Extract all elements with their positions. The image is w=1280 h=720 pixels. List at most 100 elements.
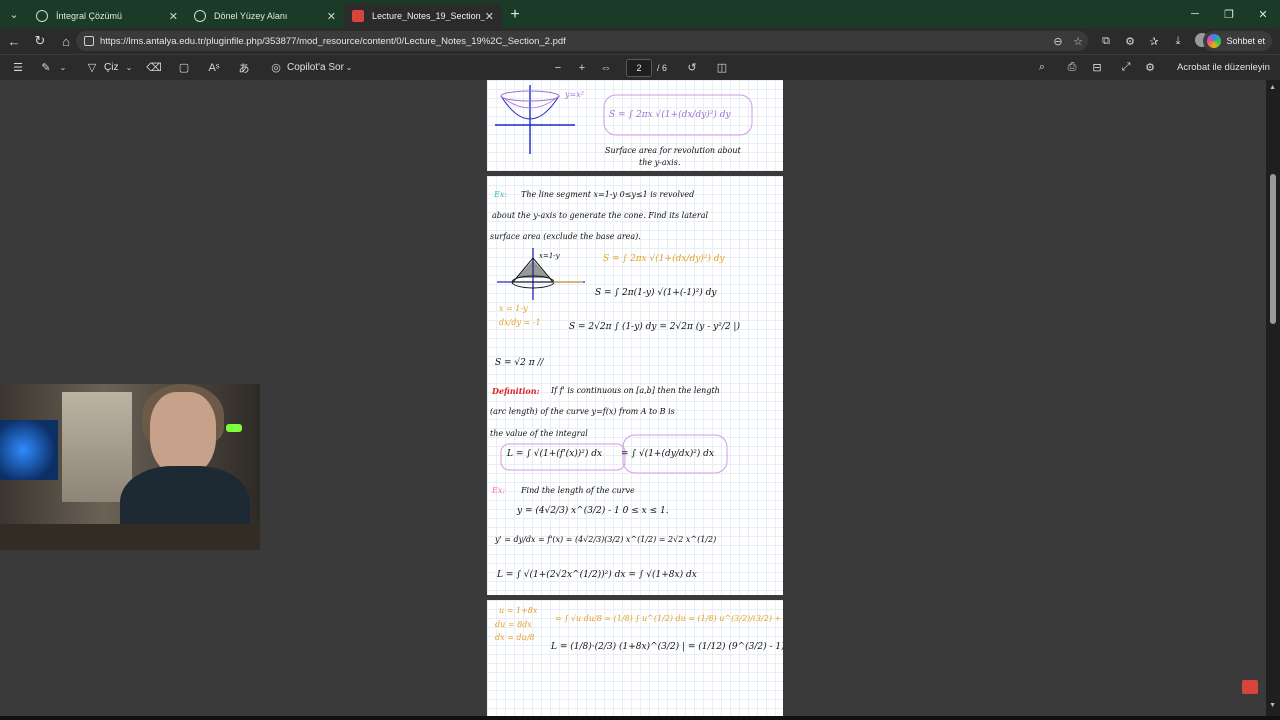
translate-icon[interactable]: あ [236, 55, 252, 81]
tab-integral[interactable]: İntegral Çözümü ✕ [28, 4, 186, 28]
tab-actions-chevron-icon[interactable]: ⌄ [0, 0, 28, 28]
arc-length-formula-2: = ∫ √(1+(dy/dx)²) dx [621, 449, 715, 459]
scroll-down-icon[interactable]: ▼ [1269, 702, 1276, 709]
tab-strip: ⌄ İntegral Çözümü ✕ Dönel Yüzey Alanı ✕ … [0, 0, 1280, 28]
settings-extension-icon[interactable]: ⚙ [1118, 35, 1142, 48]
minimize-icon[interactable]: ─ [1178, 0, 1212, 28]
substitution-2: du = 8dx [495, 620, 532, 629]
s-general-formula: S = ∫ 2πx √(1+(dx/dy)²) dy [603, 254, 725, 264]
problem-line-2: about the y-axis to generate the cone. F… [492, 211, 709, 220]
window-controls: ─ ❐ ✕ [1178, 0, 1280, 28]
s-step-2: S = 2√2π ∫ (1-y) dy = 2√2π (y - y²/2 |) [569, 322, 740, 332]
chevron-down-icon[interactable]: ⌄ [124, 55, 134, 81]
acrobat-icon[interactable] [1242, 680, 1258, 694]
close-icon[interactable]: ✕ [327, 10, 336, 23]
search-icon[interactable]: ⌕ [1034, 55, 1050, 81]
copilot-ask-icon[interactable]: ◎ [268, 55, 284, 81]
taskbar-edge [0, 716, 1280, 720]
pdf-icon [352, 10, 364, 22]
zoom-out-icon[interactable]: − [552, 55, 564, 81]
refresh-icon[interactable]: ↻ [28, 29, 52, 53]
problem-line-1: The line segment x=1-y 0≤y≤1 is revolved [521, 190, 695, 199]
page-view-icon[interactable]: ◫ [714, 55, 730, 81]
close-icon[interactable]: ✕ [485, 10, 494, 23]
globe-icon [194, 10, 206, 22]
chevron-down-icon[interactable]: ⌄ [344, 55, 354, 81]
example-2-line: Find the length of the curve [521, 486, 635, 495]
pdf-toolbar: ☰ ✎ ⌄ ▽ Çiz ⌄ ⌫ ▢ Aˢ あ ◎ Copilot'a Sor ⌄… [0, 54, 1280, 80]
favorite-star-icon[interactable]: ☆ [1068, 35, 1088, 48]
scrollbar-thumb[interactable] [1270, 174, 1276, 324]
new-tab-button[interactable]: + [502, 3, 528, 27]
copilot-ask-label[interactable]: Copilot'a Sor [287, 62, 344, 73]
chevron-down-icon[interactable]: ⌄ [58, 55, 68, 81]
s-result: S = √2 π // [495, 358, 544, 368]
example-label: Ex: [494, 190, 508, 199]
pdf-page-3: u = 1+8x du = 8dx dx = du/8 = ∫ √u du/8 … [487, 600, 783, 716]
highlight-icon[interactable]: ✎ [38, 55, 54, 81]
tab-title: Dönel Yüzey Alanı [214, 11, 288, 21]
downloads-icon[interactable]: ⤓ [1166, 35, 1190, 48]
globe-icon [36, 10, 48, 22]
favorites-icon[interactable]: ✰ [1142, 35, 1166, 48]
zoom-icon[interactable]: ⊖ [1048, 35, 1068, 48]
arc-length-formula-1: L = ∫ √(1+(f'(x))²) dx [507, 449, 603, 459]
zoom-in-icon[interactable]: + [576, 55, 588, 81]
back-icon[interactable]: ← [2, 29, 26, 53]
substitution-1: u = 1+8x [499, 606, 538, 615]
acrobat-edit-button[interactable]: Acrobat ile düzenleyin [1177, 62, 1270, 73]
text-box-icon[interactable]: ▢ [176, 55, 192, 81]
page-number-input[interactable]: 2 [626, 59, 652, 77]
fullscreen-icon[interactable]: ⤢ [1118, 55, 1134, 81]
fit-page-icon[interactable]: ⇔ [598, 55, 614, 81]
side-note-2: dx/dy = -1 [499, 318, 541, 327]
site-info-icon[interactable] [84, 36, 94, 46]
save-icon[interactable]: ⊟ [1089, 55, 1105, 81]
close-icon[interactable]: ✕ [169, 10, 178, 23]
graph-label: x=1-y [539, 252, 560, 260]
example-2-label: Ex: [492, 486, 506, 495]
tab-title: İntegral Çözümü [56, 11, 123, 21]
integral-line-2: L = (1/8)·(2/3) (1+8x)^(3/2) | = (1/12) … [551, 642, 783, 652]
tab-lecture-notes[interactable]: Lecture_Notes_19_Section_2.pdf ✕ [344, 4, 502, 28]
extensions-icon[interactable]: ⧉ [1094, 35, 1118, 48]
surface-formula: S = ∫ 2πx √(1+(dx/dy)²) dy [609, 110, 731, 120]
integral-line-1: = ∫ √u du/8 = (1/8) ∫ u^(1/2) du = (1/8)… [555, 614, 783, 623]
substitution-3: dx = du/8 [495, 633, 535, 642]
restore-icon[interactable]: ❐ [1212, 0, 1246, 28]
page-total: / 6 [657, 63, 668, 73]
eraser-icon[interactable]: ⌫ [146, 55, 162, 81]
s-step-1: S = ∫ 2π(1-y) √(1+(-1)²) dy [595, 288, 717, 298]
copilot-chat-button[interactable]: Sohbet et [1203, 31, 1272, 51]
tab-surface-area[interactable]: Dönel Yüzey Alanı ✕ [186, 4, 344, 28]
caption-line-2: the y-axis. [639, 158, 681, 167]
draw-label[interactable]: Çiz [104, 62, 118, 73]
print-icon[interactable]: ⎙ [1064, 55, 1080, 81]
window-close-icon[interactable]: ✕ [1246, 0, 1280, 28]
draw-icon[interactable]: ▽ [84, 55, 100, 81]
example-2-length: L = ∫ √(1+(2√2x^(1/2))²) dx = ∫ √(1+8x) … [497, 570, 697, 580]
url-text: https://lms.antalya.edu.tr/pluginfile.ph… [100, 35, 566, 47]
curve-label: y=x² [565, 90, 584, 99]
chat-button-label: Sohbet et [1226, 36, 1265, 46]
pdf-page-1: y=x² S = ∫ 2πx √(1+(dx/dy)²) dy Surface … [487, 80, 783, 171]
paraboloid-sketch [495, 85, 753, 154]
settings-icon[interactable]: ⚙ [1142, 55, 1158, 81]
side-note-1: x = 1-y [499, 304, 528, 313]
pdf-page-2: Ex: The line segment x=1-y 0≤y≤1 is revo… [487, 176, 783, 595]
definition-label: Definition: [492, 386, 540, 396]
url-field[interactable]: https://lms.antalya.edu.tr/pluginfile.ph… [76, 31, 1088, 51]
read-aloud-icon[interactable]: Aˢ [206, 55, 222, 81]
definition-line-1: If f' is continuous on [a,b] then the le… [551, 386, 720, 395]
vertical-scrollbar[interactable] [1270, 82, 1276, 712]
home-icon[interactable]: ⌂ [54, 29, 78, 53]
address-bar: ← ↻ ⌂ https://lms.antalya.edu.tr/pluginf… [0, 28, 1280, 54]
contents-list-icon[interactable]: ☰ [10, 55, 26, 81]
copilot-icon [1207, 34, 1222, 48]
example-2-function: y = (4√2/3) x^(3/2) - 1 0 ≤ x ≤ 1. [517, 506, 669, 516]
problem-line-3: surface area (exclude the base area). [490, 232, 641, 241]
example-2-derivative: y' = dy/dx = f'(x) = (4√2/3)(3/2) x^(1/2… [495, 535, 717, 544]
webcam-overlay [0, 384, 260, 550]
rotate-icon[interactable]: ↺ [684, 55, 700, 81]
definition-line-2: (arc length) of the curve y=f(x) from A … [490, 407, 675, 416]
